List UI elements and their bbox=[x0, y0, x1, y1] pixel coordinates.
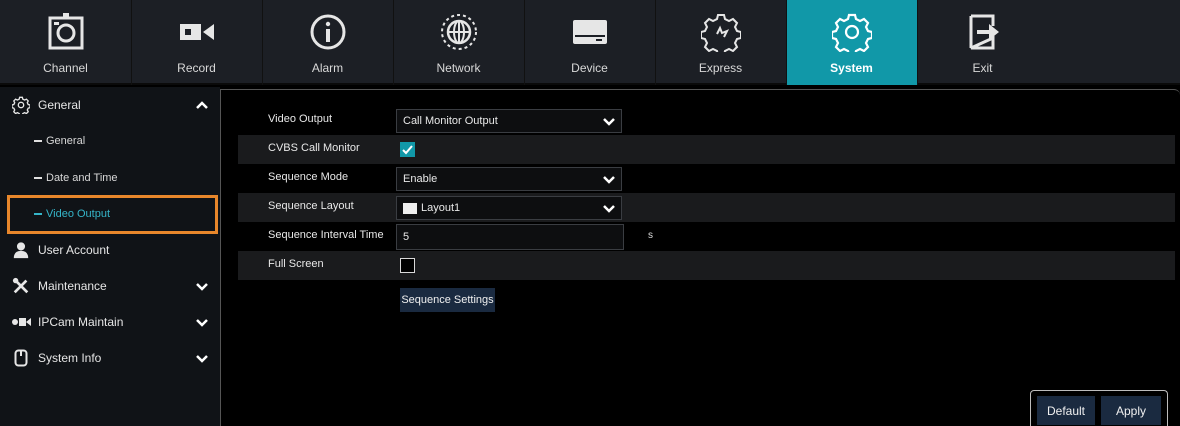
chevron-down-icon bbox=[603, 176, 615, 184]
field-label: Sequence Interval Time bbox=[268, 229, 384, 241]
default-button[interactable]: Default bbox=[1037, 396, 1095, 425]
sidebar-item-user-account[interactable]: User Account bbox=[0, 232, 220, 268]
sidebar-subitem-label: General bbox=[46, 135, 86, 147]
field-label: Sequence Mode bbox=[268, 171, 349, 183]
sidebar-item-maintenance[interactable]: Maintenance bbox=[0, 268, 220, 304]
chevron-down-icon[interactable] bbox=[196, 280, 208, 292]
tools-icon bbox=[8, 276, 34, 296]
select-value: Layout1 bbox=[421, 202, 461, 214]
chevron-down-icon[interactable] bbox=[196, 352, 208, 364]
check-icon bbox=[402, 145, 413, 155]
select-value: Enable bbox=[403, 173, 438, 185]
channel-camera-icon bbox=[48, 13, 83, 50]
sidebar-item-label: General bbox=[38, 98, 81, 112]
settings-panel: Video Output Call Monitor Output CVBS Ca… bbox=[220, 89, 1180, 426]
select-value: Call Monitor Output bbox=[403, 115, 498, 127]
action-buttons: Default Apply bbox=[1030, 390, 1168, 426]
chevron-up-icon[interactable] bbox=[196, 99, 208, 111]
sidebar-subitem-date-time[interactable]: Date and Time bbox=[0, 160, 220, 196]
field-label: Video Output bbox=[268, 113, 333, 125]
layout-icon bbox=[403, 202, 417, 214]
field-label: Full Screen bbox=[268, 258, 324, 270]
selection-highlight bbox=[7, 195, 218, 234]
sidebar-item-label: System Info bbox=[38, 351, 102, 365]
sidebar-subitem-label: Date and Time bbox=[46, 172, 118, 184]
chevron-down-icon bbox=[603, 205, 615, 213]
express-gear-icon bbox=[700, 14, 741, 52]
sidebar-item-label: IPCam Maintain bbox=[38, 315, 124, 329]
full-screen-row: Full Screen bbox=[238, 251, 1175, 280]
nav-label: Device bbox=[571, 61, 608, 75]
nav-label: Network bbox=[436, 61, 481, 75]
system-gear-icon bbox=[831, 13, 872, 52]
sidebar-item-general[interactable]: General bbox=[0, 87, 220, 123]
sidebar-item-ipcam-maintain[interactable]: IPCam Maintain bbox=[0, 304, 220, 340]
sequence-interval-row: Sequence Interval Time 5 s bbox=[238, 222, 1175, 251]
nav-alarm[interactable]: Alarm bbox=[262, 0, 393, 85]
sidebar: General General Date and Time Video Outp… bbox=[0, 87, 220, 426]
cvbs-row: CVBS Call Monitor bbox=[238, 135, 1175, 164]
record-camcorder-icon bbox=[179, 24, 214, 40]
sequence-interval-input[interactable]: 5 bbox=[396, 224, 624, 250]
nav-label: Exit bbox=[972, 61, 993, 75]
field-label: CVBS Call Monitor bbox=[268, 142, 360, 154]
sidebar-subitem-general[interactable]: General bbox=[0, 123, 220, 159]
chevron-down-icon bbox=[603, 118, 615, 126]
nav-label: System bbox=[830, 61, 873, 75]
cvbs-checkbox[interactable] bbox=[400, 142, 415, 157]
dash-icon bbox=[34, 177, 42, 179]
sequence-settings-button[interactable]: Sequence Settings bbox=[400, 288, 495, 312]
sequence-layout-select[interactable]: Layout1 bbox=[396, 196, 622, 220]
network-globe-icon bbox=[440, 14, 477, 50]
user-icon bbox=[8, 240, 34, 260]
nav-device[interactable]: Device bbox=[524, 0, 655, 85]
sequence-mode-row: Sequence Mode Enable bbox=[238, 164, 1175, 193]
nav-record[interactable]: Record bbox=[131, 0, 262, 85]
nav-network[interactable]: Network bbox=[393, 0, 524, 85]
gear-icon bbox=[8, 95, 34, 115]
apply-button[interactable]: Apply bbox=[1101, 396, 1161, 425]
nav-express[interactable]: Express bbox=[655, 0, 786, 85]
video-output-row: Video Output Call Monitor Output bbox=[238, 106, 1175, 135]
chevron-down-icon[interactable] bbox=[196, 316, 208, 328]
top-navigation: Channel Record Alarm Network Device Expr… bbox=[0, 0, 1180, 85]
nav-exit[interactable]: Exit bbox=[917, 0, 1048, 85]
sidebar-item-label: Maintenance bbox=[38, 279, 107, 293]
input-value: 5 bbox=[403, 231, 410, 243]
dash-icon bbox=[34, 140, 42, 142]
nav-label: Alarm bbox=[311, 61, 344, 75]
sidebar-item-system-info[interactable]: System Info bbox=[0, 340, 220, 376]
full-screen-checkbox[interactable] bbox=[400, 258, 415, 273]
field-label: Sequence Layout bbox=[268, 200, 354, 212]
nav-system[interactable]: System bbox=[786, 0, 917, 85]
sequence-mode-select[interactable]: Enable bbox=[396, 167, 622, 191]
nav-channel[interactable]: Channel bbox=[0, 0, 131, 85]
sidebar-item-label: User Account bbox=[38, 243, 110, 257]
device-hdd-icon bbox=[572, 20, 607, 44]
nav-label: Channel bbox=[43, 61, 88, 75]
unit-label: s bbox=[648, 230, 653, 241]
video-output-select[interactable]: Call Monitor Output bbox=[396, 109, 622, 133]
nav-label: Express bbox=[698, 61, 743, 75]
nav-label: Record bbox=[177, 61, 216, 75]
exit-icon bbox=[969, 14, 999, 50]
ipcam-icon bbox=[8, 312, 34, 332]
alarm-info-icon bbox=[310, 14, 345, 50]
mouse-icon bbox=[8, 348, 34, 368]
sequence-layout-row: Sequence Layout Layout1 bbox=[238, 193, 1175, 222]
